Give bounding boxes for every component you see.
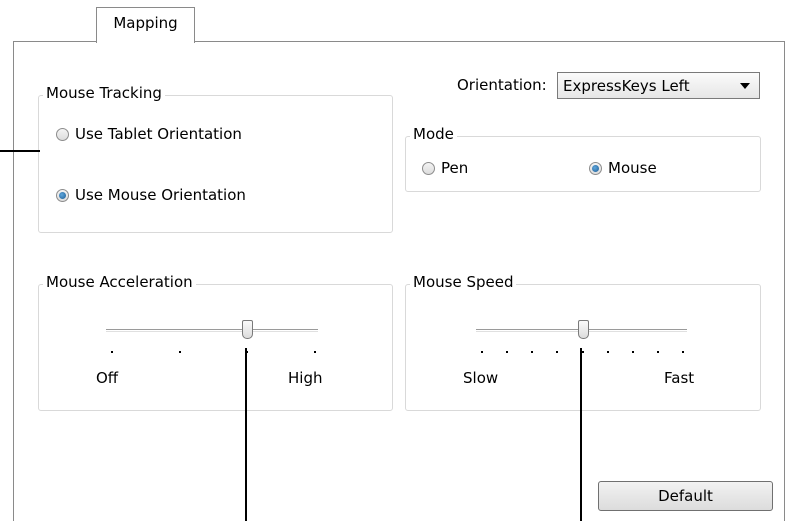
orientation-label: Orientation: [457, 76, 547, 94]
radio-unselected-icon [422, 161, 435, 175]
use-tablet-orientation-label: Use Tablet Orientation [75, 125, 242, 143]
mouse-speed-min-label: Slow [463, 369, 499, 387]
default-button-label: Default [658, 487, 713, 505]
mouse-acceleration-slider[interactable] [106, 329, 318, 332]
mouse-tracking-group: Mouse Tracking [38, 84, 393, 233]
orientation-select[interactable]: ExpressKeys Left [557, 72, 760, 99]
slider-tick [111, 351, 113, 353]
use-mouse-orientation-label: Use Mouse Orientation [75, 186, 246, 204]
mouse-acceleration-slider-thumb[interactable] [242, 320, 253, 339]
slider-tick [179, 351, 181, 353]
mouse-acceleration-group: Mouse Acceleration [38, 273, 393, 411]
mouse-acceleration-min-label: Off [96, 369, 119, 387]
mouse-speed-max-label: Fast [664, 369, 695, 387]
slider-tick [682, 351, 684, 353]
mode-pen-label: Pen [441, 159, 469, 177]
mode-mouse-radio[interactable]: Mouse [589, 159, 657, 177]
slider-tick [506, 351, 508, 353]
slider-tick [582, 351, 584, 353]
mouse-speed-title: Mouse Speed [410, 273, 517, 291]
slider-tick [657, 351, 659, 353]
radio-unselected-icon [56, 127, 69, 141]
callout-line-mouse-acceleration [245, 348, 247, 521]
slider-tick [632, 351, 634, 353]
callout-line-mouse-speed [580, 348, 582, 521]
tab-mapping-label: Mapping [113, 14, 178, 32]
slider-tick [314, 351, 316, 353]
mouse-speed-slider-thumb[interactable] [578, 320, 589, 339]
radio-selected-icon [589, 161, 602, 175]
use-mouse-orientation-radio[interactable]: Use Mouse Orientation [56, 186, 246, 204]
slider-tick [531, 351, 533, 353]
mode-mouse-label: Mouse [608, 159, 657, 177]
use-tablet-orientation-radio[interactable]: Use Tablet Orientation [56, 125, 242, 143]
mouse-acceleration-title: Mouse Acceleration [43, 273, 196, 291]
default-button[interactable]: Default [598, 481, 773, 511]
mouse-speed-group: Mouse Speed [405, 273, 761, 411]
mode-title: Mode [410, 125, 457, 143]
slider-tick [556, 351, 558, 353]
radio-selected-icon [56, 188, 69, 202]
slider-tick [481, 351, 483, 353]
orientation-value: ExpressKeys Left [563, 76, 690, 95]
mouse-acceleration-max-label: High [288, 369, 323, 387]
slider-tick [607, 351, 609, 353]
mouse-tracking-title: Mouse Tracking [43, 84, 165, 102]
tab-mapping[interactable]: Mapping [96, 7, 195, 43]
dropdown-caret-icon [740, 83, 750, 89]
callout-line-mouse-tracking [0, 150, 40, 152]
mode-pen-radio[interactable]: Pen [422, 159, 468, 177]
